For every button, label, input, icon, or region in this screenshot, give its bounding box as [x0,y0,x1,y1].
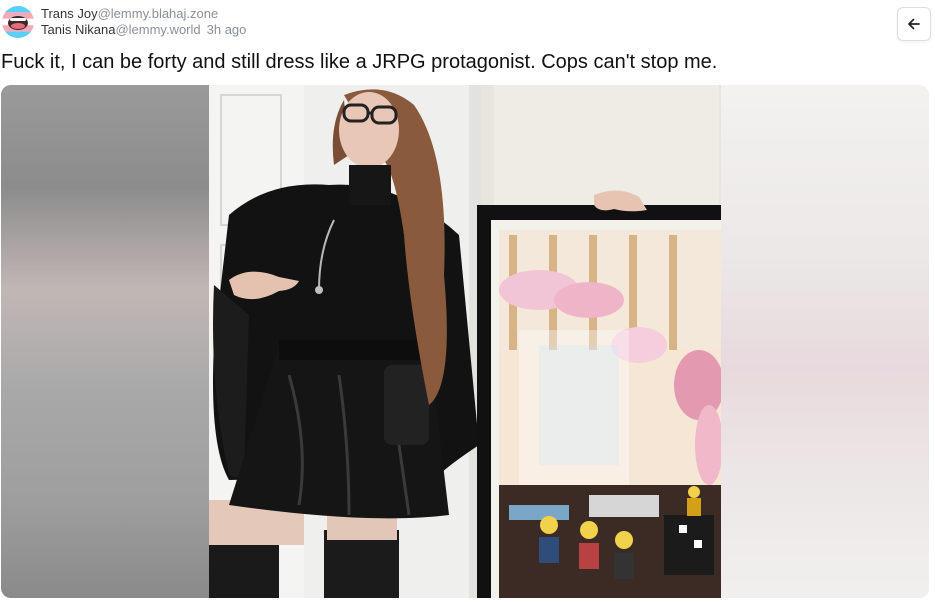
image-blur-backdrop-left [1,85,209,598]
community-name[interactable]: Trans Joy [41,6,98,21]
author-name[interactable]: Tanis Nikana [41,22,115,37]
post-image[interactable] [1,85,929,598]
trans-flag-avatar-icon [2,6,34,38]
post-time: 3h ago [206,22,247,37]
post-title[interactable]: Fuck it, I can be forty and still dress … [1,48,931,76]
author-instance[interactable]: @lemmy.world [115,22,200,37]
post-header: Trans Joy@lemmy.blahaj.zone Tanis Nikana… [0,0,935,44]
photo-person-with-framed-lego-art [209,85,721,598]
community-line: Trans Joy@lemmy.blahaj.zone [41,6,246,22]
back-button[interactable] [897,7,931,41]
post-meta: Trans Joy@lemmy.blahaj.zone Tanis Nikana… [41,6,246,38]
arrow-left-icon [908,18,920,30]
author-line: Tanis Nikana@lemmy.world 3h ago [41,22,246,38]
image-blur-backdrop-right [721,85,929,598]
community-instance[interactable]: @lemmy.blahaj.zone [98,6,219,21]
community-avatar[interactable] [2,6,34,38]
